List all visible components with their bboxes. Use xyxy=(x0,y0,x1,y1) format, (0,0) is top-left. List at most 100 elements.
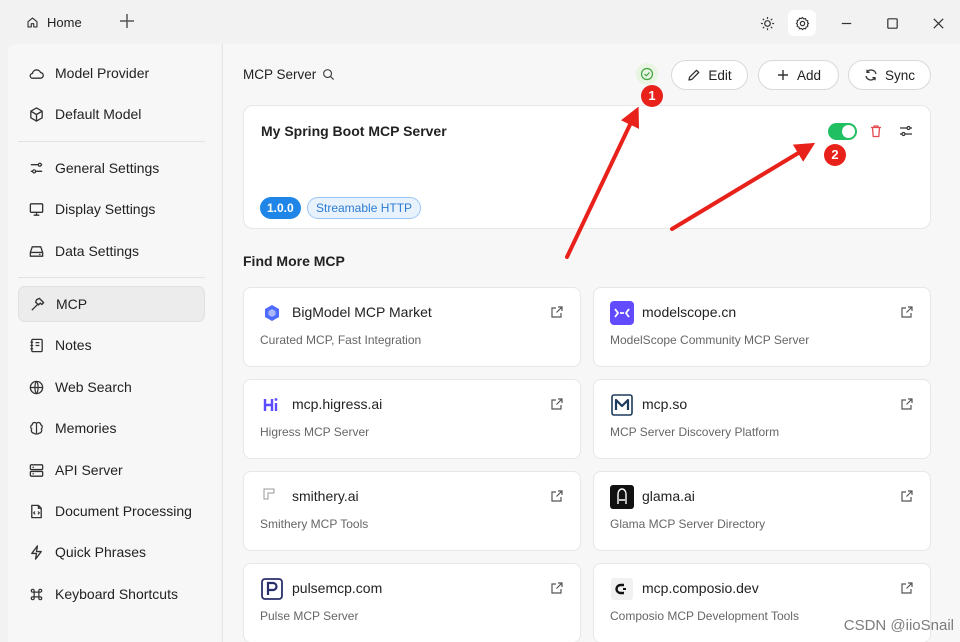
settings-button[interactable] xyxy=(788,10,816,36)
external-link-icon[interactable] xyxy=(550,581,564,595)
watermark: CSDN @iioSnail xyxy=(843,617,954,634)
market-name: mcp.so xyxy=(642,396,688,412)
file-code-icon xyxy=(31,504,42,518)
sidebar-item-general-settings[interactable]: General Settings xyxy=(18,150,205,186)
market-card-glama[interactable]: glama.ai Glama MCP Server Directory xyxy=(593,471,931,551)
sidebar-item-display-settings[interactable]: Display Settings xyxy=(18,191,205,227)
market-description: Pulse MCP Server xyxy=(260,609,359,623)
glama-logo xyxy=(610,485,634,509)
market-description: Composio MCP Development Tools xyxy=(610,609,799,623)
globe-icon xyxy=(29,380,44,394)
close-icon xyxy=(932,17,944,29)
cube-icon xyxy=(30,106,43,122)
sidebar-item-label: Model Provider xyxy=(55,65,150,81)
sidebar-item-web-search[interactable]: Web Search xyxy=(18,369,205,405)
server-icon xyxy=(29,463,44,477)
sidebar-item-mcp[interactable]: MCP xyxy=(18,286,205,322)
sidebar-item-api-server[interactable]: API Server xyxy=(18,452,205,488)
external-link-icon[interactable] xyxy=(900,305,914,319)
sidebar-item-default-model[interactable]: Default Model xyxy=(18,96,205,132)
market-description: Glama MCP Server Directory xyxy=(610,517,766,531)
close-button[interactable] xyxy=(924,10,952,36)
external-link-icon[interactable] xyxy=(900,581,914,595)
sync-button[interactable]: Sync xyxy=(848,60,931,90)
market-description: ModelScope Community MCP Server xyxy=(610,333,810,347)
transport-badge: Streamable HTTP xyxy=(307,197,422,219)
composio-logo xyxy=(610,577,634,601)
maximize-button[interactable] xyxy=(878,10,906,36)
edit-button[interactable]: Edit xyxy=(671,60,748,90)
market-name: mcp.composio.dev xyxy=(642,580,759,596)
external-link-icon[interactable] xyxy=(550,397,564,411)
bigmodel-logo xyxy=(260,301,284,325)
pencil-icon xyxy=(688,69,700,81)
market-name: glama.ai xyxy=(642,488,695,504)
sidebar-item-label: Web Search xyxy=(55,379,132,395)
market-name: BigModel MCP Market xyxy=(292,304,432,320)
sync-button-label: Sync xyxy=(884,67,915,83)
add-button-label: Add xyxy=(796,67,822,83)
plus-icon[interactable] xyxy=(118,12,136,30)
sidebar-item-memories[interactable]: Memories xyxy=(18,410,205,446)
market-description: Smithery MCP Tools xyxy=(260,517,369,531)
external-link-icon[interactable] xyxy=(550,305,564,319)
external-link-icon[interactable] xyxy=(900,397,914,411)
market-card-higress[interactable]: mcp.higress.ai Higress MCP Server xyxy=(243,379,581,459)
monitor-icon xyxy=(29,202,44,216)
market-card-modelscope[interactable]: modelscope.cn ModelScope Community MCP S… xyxy=(593,287,931,367)
sidebar-item-keyboard-shortcuts[interactable]: Keyboard Shortcuts xyxy=(18,576,205,612)
market-name: mcp.higress.ai xyxy=(292,396,383,412)
pulse-logo xyxy=(260,577,284,601)
market-name: pulsemcp.com xyxy=(292,580,383,596)
sidebar-item-document-processing[interactable]: Document Processing xyxy=(18,493,205,529)
minimize-button[interactable] xyxy=(832,10,860,36)
external-link-icon[interactable] xyxy=(900,489,914,503)
sidebar-item-label: Keyboard Shortcuts xyxy=(55,586,178,602)
sidebar-item-model-provider[interactable]: Model Provider xyxy=(18,55,205,91)
refresh-icon xyxy=(865,69,877,81)
sidebar-item-notes[interactable]: Notes xyxy=(18,327,205,363)
edit-button-label: Edit xyxy=(708,67,732,83)
annotation-marker-2: 2 xyxy=(824,144,846,166)
drive-icon xyxy=(29,245,44,257)
command-icon xyxy=(30,588,43,600)
sidebar-item-label: Default Model xyxy=(55,106,142,122)
sidebar-item-data-settings[interactable]: Data Settings xyxy=(18,233,205,269)
mcpso-logo xyxy=(610,393,634,417)
market-card-pulsemcp[interactable]: pulsemcp.com Pulse MCP Server xyxy=(243,563,581,642)
higress-logo xyxy=(260,393,284,417)
maximize-icon xyxy=(886,17,898,29)
market-card-mcpso[interactable]: mcp.so MCP Server Discovery Platform xyxy=(593,379,931,459)
sliders-icon xyxy=(30,162,43,173)
tab-home[interactable]: Home xyxy=(26,12,82,32)
annotation-marker-1: 1 xyxy=(641,85,663,107)
add-button[interactable]: Add xyxy=(758,60,839,90)
market-card-bigmodel[interactable]: BigModel MCP Market Curated MCP, Fast In… xyxy=(243,287,581,367)
settings-sliders-icon[interactable] xyxy=(898,123,914,139)
page-title-text: MCP Server xyxy=(243,67,317,82)
market-name: smithery.ai xyxy=(292,488,359,504)
settings-sidebar: Model Provider Default Model General Set… xyxy=(8,44,221,642)
zap-icon xyxy=(31,544,42,560)
sidebar-divider xyxy=(18,277,205,278)
server-enable-toggle[interactable] xyxy=(828,123,857,140)
external-link-icon[interactable] xyxy=(550,489,564,503)
tab-home-label: Home xyxy=(47,14,82,30)
market-description: MCP Server Discovery Platform xyxy=(610,425,780,439)
sidebar-item-label: Data Settings xyxy=(55,243,140,259)
version-badge: 1.0.0 xyxy=(260,197,301,219)
page-title: MCP Server xyxy=(243,67,335,82)
server-status-indicator xyxy=(636,63,658,85)
sidebar-item-label: Notes xyxy=(55,337,92,353)
theme-toggle-button[interactable] xyxy=(753,10,781,36)
market-description: Curated MCP, Fast Integration xyxy=(260,333,422,347)
search-icon[interactable] xyxy=(322,68,335,81)
check-circle-icon xyxy=(640,67,654,81)
market-description: Higress MCP Server xyxy=(260,425,370,439)
market-card-smithery[interactable]: smithery.ai Smithery MCP Tools xyxy=(243,471,581,551)
trash-icon[interactable] xyxy=(868,123,884,139)
cloud-icon xyxy=(29,68,44,79)
mcp-server-card[interactable]: My Spring Boot MCP Server 1.0.0 Streamab… xyxy=(243,105,931,229)
sidebar-item-quick-phrases[interactable]: Quick Phrases xyxy=(18,534,205,570)
sidebar-item-label: API Server xyxy=(55,462,123,478)
